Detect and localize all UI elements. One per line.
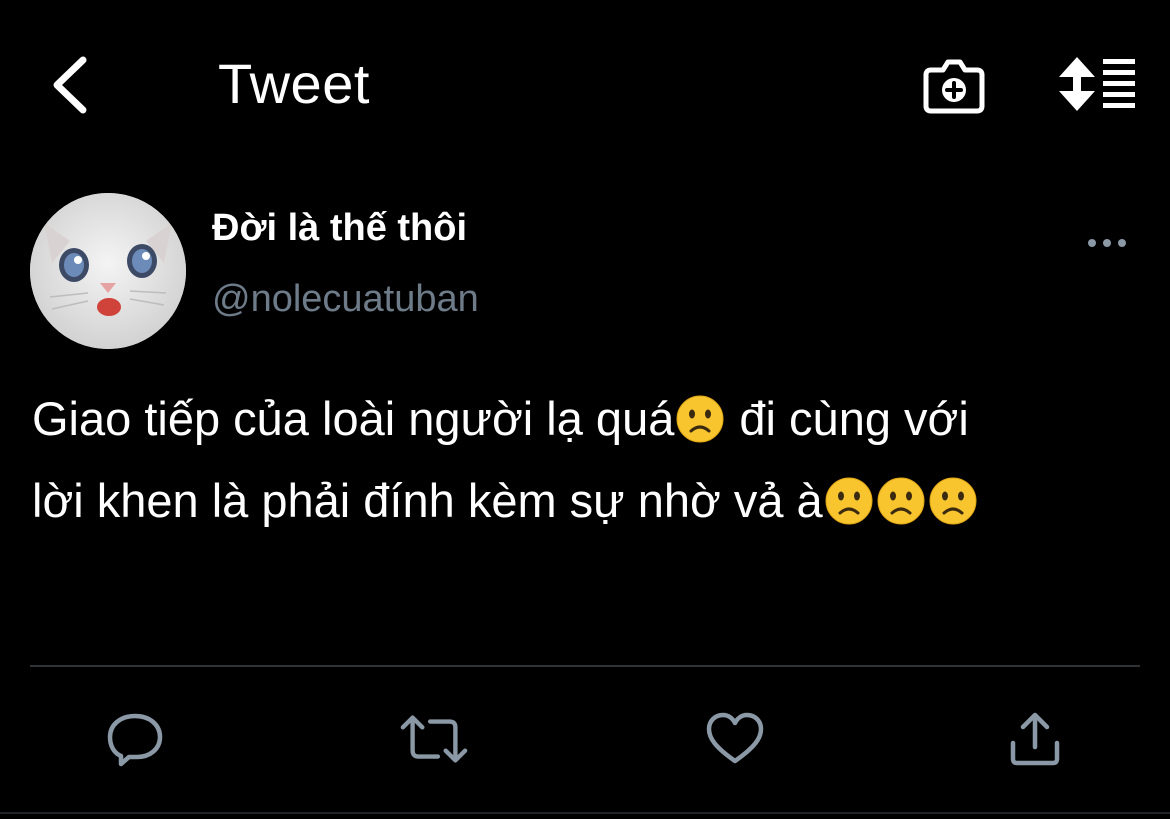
user-display-name[interactable]: Đời là thế thôi (212, 205, 467, 251)
slightly-frowning-face-icon (825, 477, 873, 525)
camera-button[interactable] (918, 50, 990, 120)
more-options-button[interactable] (1082, 226, 1132, 260)
share-button[interactable] (1000, 706, 1070, 772)
back-button[interactable] (38, 50, 100, 120)
tweet-text-line1-rest: đi cùng với (726, 392, 969, 445)
retweet-button[interactable] (399, 706, 469, 772)
page-title: Tweet (218, 52, 370, 115)
tweet-text-line1: Giao tiếp của loài người lạ quá (32, 392, 675, 445)
chevron-left-icon (53, 56, 87, 114)
reply-icon (107, 713, 163, 767)
cat-avatar-image (30, 193, 186, 349)
user-handle[interactable]: @nolecuatuban (212, 276, 479, 322)
camera-plus-icon (923, 59, 985, 114)
top-nav-bar: Tweet (0, 0, 1170, 170)
slightly-frowning-face-icon (676, 395, 724, 443)
more-dots-icon (1088, 239, 1126, 247)
like-button[interactable] (700, 706, 770, 772)
slightly-frowning-face-icon (877, 477, 925, 525)
bottom-divider (0, 812, 1170, 814)
slightly-frowning-face-icon (929, 477, 977, 525)
retweet-icon (400, 715, 468, 763)
actions-divider (30, 665, 1140, 667)
avatar[interactable] (30, 193, 186, 349)
sort-button[interactable] (1054, 48, 1140, 120)
sort-list-icon (1059, 57, 1135, 111)
reply-button[interactable] (100, 706, 170, 772)
heart-icon (706, 712, 764, 764)
tweet-text: Giao tiếp của loài người lạ quá đi cùng … (32, 378, 1157, 542)
tweet-text-line2: lời khen là phải đính kèm sự nhờ vả à (32, 474, 823, 527)
share-icon (1010, 712, 1060, 766)
